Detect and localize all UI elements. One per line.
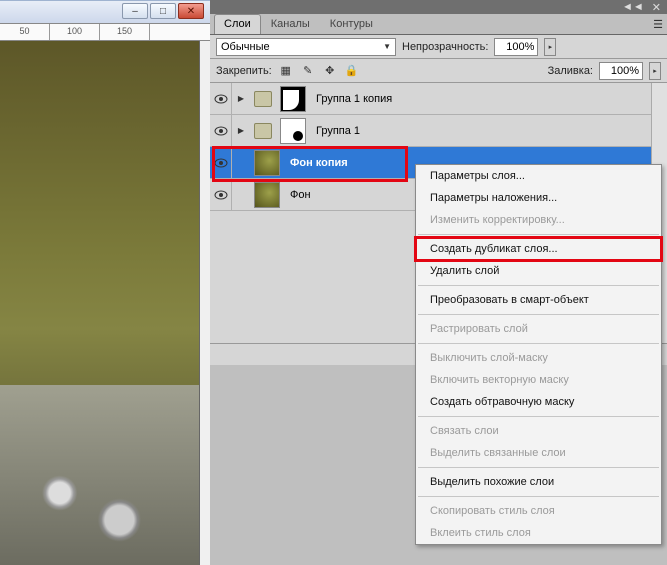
blend-mode-select[interactable]: Обычные ▼ <box>216 38 396 56</box>
close-panel-icon[interactable]: ✕ <box>652 1 661 14</box>
layer-name-label[interactable]: Группа 1 <box>316 125 360 137</box>
folder-icon <box>254 91 272 107</box>
context-menu-item[interactable]: Удалить слой <box>416 260 661 282</box>
layer-row-group1[interactable]: ▶ Группа 1 <box>210 115 667 147</box>
context-menu-item: Выключить слой-маску <box>416 347 661 369</box>
lock-pixels-icon[interactable]: ✎ <box>300 63 316 79</box>
layer-mask-thumb[interactable] <box>280 86 306 112</box>
context-menu-item[interactable]: Создать обтравочную маску <box>416 391 661 413</box>
panel-dock-header[interactable]: ◄◄ ✕ <box>210 0 667 14</box>
eye-icon <box>214 94 228 104</box>
layer-row-group1-copy[interactable]: ▶ Группа 1 копия <box>210 83 667 115</box>
menu-separator <box>418 285 659 286</box>
eye-icon <box>214 158 228 168</box>
folder-icon <box>254 123 272 139</box>
document-window: – □ ✕ 50 100 150 <box>0 0 210 565</box>
tab-paths[interactable]: Контуры <box>320 14 383 34</box>
opacity-flyout-button[interactable]: ▸ <box>544 38 556 56</box>
context-menu-item[interactable]: Параметры наложения... <box>416 187 661 209</box>
lock-buttons: ▦ ✎ ✥ 🔒 <box>278 63 360 79</box>
ruler-horizontal: 50 100 150 <box>0 23 210 41</box>
lock-all-icon[interactable]: 🔒 <box>344 63 360 79</box>
blend-opacity-row: Обычные ▼ Непрозрачность: 100% ▸ <box>210 35 667 59</box>
fill-flyout-button[interactable]: ▸ <box>649 62 661 80</box>
group-expander[interactable]: ▶ <box>232 94 250 103</box>
context-menu-item: Включить векторную маску <box>416 369 661 391</box>
lock-fill-row: Закрепить: ▦ ✎ ✥ 🔒 Заливка: 100% ▸ <box>210 59 667 83</box>
menu-separator <box>418 496 659 497</box>
lock-transparency-icon[interactable]: ▦ <box>278 63 294 79</box>
visibility-toggle[interactable] <box>210 115 232 147</box>
context-menu-item: Скопировать стиль слоя <box>416 500 661 522</box>
ruler-tick: 100 <box>50 24 100 40</box>
ruler-tick: 150 <box>100 24 150 40</box>
eye-icon <box>214 190 228 200</box>
layer-context-menu: Параметры слоя...Параметры наложения...И… <box>415 164 662 545</box>
lock-label: Закрепить: <box>216 65 272 77</box>
collapse-icon[interactable]: ◄◄ <box>622 1 644 13</box>
chevron-down-icon: ▼ <box>383 42 391 51</box>
menu-separator <box>418 467 659 468</box>
menu-separator <box>418 314 659 315</box>
context-menu-item[interactable]: Преобразовать в смарт-объект <box>416 289 661 311</box>
layer-name-label[interactable]: Группа 1 копия <box>316 93 392 105</box>
context-menu-item: Изменить корректировку... <box>416 209 661 231</box>
minimize-button[interactable]: – <box>122 3 148 19</box>
layer-thumb[interactable] <box>254 150 280 176</box>
layer-name-label[interactable]: Фон копия <box>290 157 348 169</box>
ruler-tick: 50 <box>0 24 50 40</box>
titlebar[interactable]: – □ ✕ <box>0 0 210 23</box>
context-menu-item: Растрировать слой <box>416 318 661 340</box>
menu-separator <box>418 234 659 235</box>
opacity-label: Непрозрачность: <box>402 41 488 53</box>
context-menu-item[interactable]: Создать дубликат слоя... <box>416 238 661 260</box>
group-expander[interactable]: ▶ <box>232 126 250 135</box>
context-menu-item: Выделить связанные слои <box>416 442 661 464</box>
context-menu-item[interactable]: Параметры слоя... <box>416 165 661 187</box>
menu-separator <box>418 416 659 417</box>
tab-channels[interactable]: Каналы <box>261 14 320 34</box>
canvas[interactable] <box>0 41 200 565</box>
layer-name-label[interactable]: Фон <box>290 189 311 201</box>
context-menu-item[interactable]: Выделить похожие слои <box>416 471 661 493</box>
visibility-toggle[interactable] <box>210 83 232 115</box>
layer-mask-thumb[interactable] <box>280 118 306 144</box>
visibility-toggle[interactable] <box>210 179 232 211</box>
context-menu-item: Связать слои <box>416 420 661 442</box>
lock-position-icon[interactable]: ✥ <box>322 63 338 79</box>
opacity-input[interactable]: 100% <box>494 38 538 56</box>
fill-input[interactable]: 100% <box>599 62 643 80</box>
blend-mode-value: Обычные <box>221 41 270 53</box>
maximize-button[interactable]: □ <box>150 3 176 19</box>
close-button[interactable]: ✕ <box>178 3 204 19</box>
menu-separator <box>418 343 659 344</box>
fill-label: Заливка: <box>548 65 593 77</box>
visibility-toggle[interactable] <box>210 147 232 179</box>
eye-icon <box>214 126 228 136</box>
layer-thumb[interactable] <box>254 182 280 208</box>
panel-menu-button[interactable]: ☰ <box>649 14 667 34</box>
context-menu-item: Вклеить стиль слоя <box>416 522 661 544</box>
panel-tabs: Слои Каналы Контуры ☰ <box>210 14 667 35</box>
tab-layers[interactable]: Слои <box>214 14 261 34</box>
